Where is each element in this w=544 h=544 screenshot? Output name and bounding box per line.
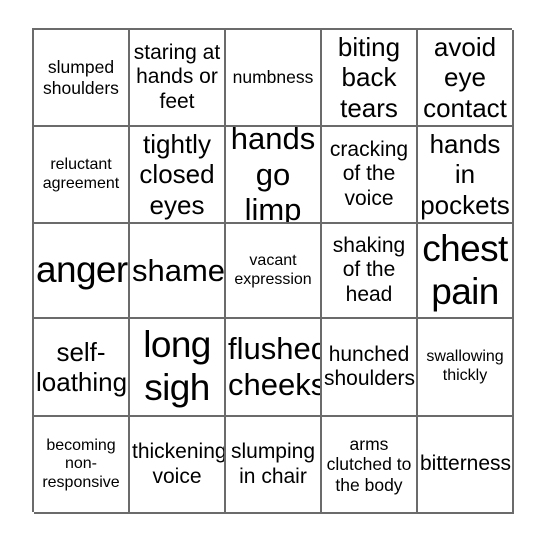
bingo-cell[interactable]: staring at hands or feet <box>130 30 226 127</box>
bingo-cell[interactable]: tightly closed eyes <box>130 127 226 224</box>
bingo-cell[interactable]: reluctant agreement <box>34 127 130 224</box>
bingo-cell-label: chest pain <box>422 227 508 312</box>
bingo-cell-label: hands go limp <box>230 127 316 224</box>
bingo-cell[interactable]: vacant expression <box>226 224 322 319</box>
bingo-cell[interactable]: thickening voice <box>130 417 226 514</box>
bingo-cell[interactable]: chest pain <box>418 224 514 319</box>
bingo-cell[interactable]: swallowing thickly <box>418 319 514 417</box>
bingo-cell[interactable]: flushed cheeks <box>226 319 322 417</box>
bingo-cell-label: hands in pockets <box>420 129 510 220</box>
bingo-cell-label: anger <box>36 249 128 291</box>
bingo-cell-label: avoid eye contact <box>423 32 507 123</box>
bingo-cell-label: becoming non-responsive <box>42 436 120 491</box>
bingo-cell[interactable]: anger <box>34 224 130 319</box>
bingo-cell[interactable]: slumped shoulders <box>34 30 130 127</box>
bingo-cell-label: swallowing thickly <box>426 348 504 384</box>
bingo-cell[interactable]: arms clutched to the body <box>322 417 418 514</box>
bingo-cell[interactable]: cracking of the voice <box>322 127 418 224</box>
bingo-cell[interactable]: hands go limp <box>226 127 322 224</box>
bingo-cell[interactable]: shame <box>130 224 226 319</box>
bingo-cell[interactable]: long sigh <box>130 319 226 417</box>
bingo-cell-label: flushed cheeks <box>228 331 322 402</box>
bingo-cell-label: reluctant agreement <box>42 155 120 192</box>
bingo-cell-label: shame <box>132 252 226 288</box>
bingo-cell-label: tightly closed eyes <box>139 129 215 220</box>
bingo-cell[interactable]: avoid eye contact <box>418 30 514 127</box>
bingo-cell[interactable]: self-loathing <box>34 319 130 417</box>
bingo-cell-label: biting back tears <box>337 32 401 123</box>
bingo-cell-label: arms clutched to the body <box>326 434 412 495</box>
bingo-cell[interactable]: bitterness <box>418 417 514 514</box>
bingo-cell-label: staring at hands or feet <box>133 40 221 113</box>
bingo-cell[interactable]: hands in pockets <box>418 127 514 224</box>
bingo-cell-label: slumped shoulders <box>43 57 119 98</box>
bingo-cell-label: thickening voice <box>132 440 226 488</box>
bingo-cell-label: slumping in chair <box>230 440 316 488</box>
bingo-cell-label: cracking of the voice <box>329 137 409 210</box>
bingo-cell[interactable]: numbness <box>226 30 322 127</box>
bingo-cell[interactable]: becoming non-responsive <box>34 417 130 514</box>
bingo-cell[interactable]: biting back tears <box>322 30 418 127</box>
bingo-cell[interactable]: shaking of the head <box>322 224 418 319</box>
bingo-cell-label: long sigh <box>143 324 211 408</box>
bingo-cell-label: shaking of the head <box>332 233 406 306</box>
bingo-cell-label: hunched shoulders <box>324 342 416 390</box>
bingo-cell-label: bitterness <box>420 452 512 476</box>
bingo-cell-label: numbness <box>232 67 314 88</box>
bingo-cell-label: self-loathing <box>36 336 128 397</box>
bingo-cell-label: vacant expression <box>234 251 312 288</box>
bingo-cell[interactable]: slumping in chair <box>226 417 322 514</box>
bingo-card-grid: slumped shoulders staring at hands or fe… <box>32 28 514 514</box>
bingo-cell[interactable]: hunched shoulders <box>322 319 418 417</box>
